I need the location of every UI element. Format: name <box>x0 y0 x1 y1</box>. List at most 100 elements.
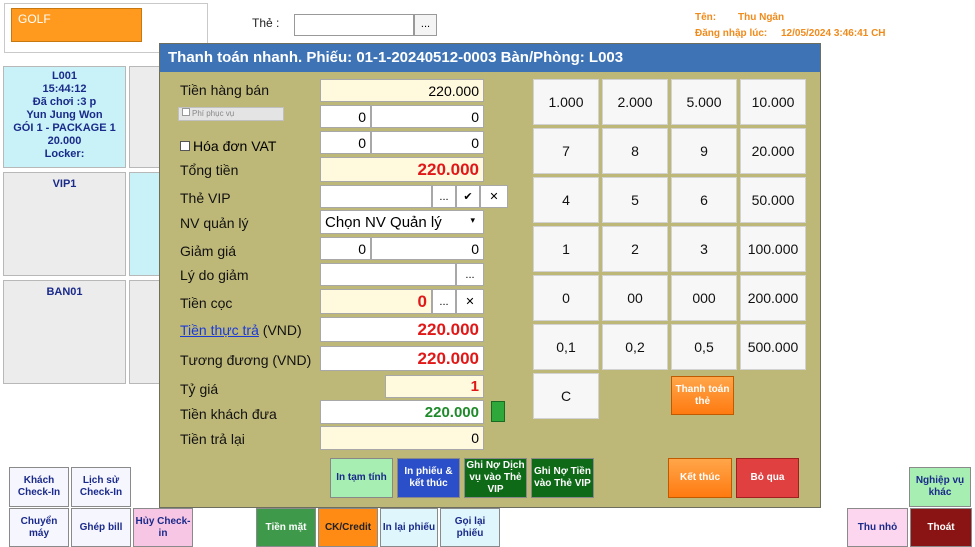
card-browse-button[interactable]: ... <box>414 14 437 36</box>
customer-paid-field[interactable]: 220.000 <box>320 400 484 424</box>
login-time-value: 12/05/2024 3:46:41 CH <box>781 28 886 39</box>
discount-percent-field[interactable]: 0 <box>320 237 371 260</box>
other-operations-button[interactable]: Nghiệp vụ khác <box>909 467 971 507</box>
room-tile-l001[interactable]: L001 15:44:12 Đã chơi :3 p Yun Jung Won … <box>3 66 126 168</box>
vat-percent-field[interactable]: 0 <box>320 131 371 154</box>
credit-transfer-button[interactable]: CK/Credit <box>318 508 378 547</box>
deposit-clear-button[interactable]: ✕ <box>456 289 484 314</box>
service-fee-toggle[interactable]: Phí phục vụ <box>178 107 284 121</box>
room-guest-name: Yun Jung Won <box>26 109 103 121</box>
room-tile-ban01[interactable]: BAN01 <box>3 280 126 384</box>
card-payment-button[interactable]: Thanh toán thẻ <box>671 376 734 415</box>
vip-card-label: Thẻ VIP <box>180 190 231 206</box>
discount-reason-browse-button[interactable]: ... <box>456 263 484 286</box>
vip-card-field[interactable] <box>320 185 432 208</box>
service-fee-amount-field[interactable]: 0 <box>371 105 484 128</box>
key-500000[interactable]: 500.000 <box>740 324 806 370</box>
checkin-history-button[interactable]: Lịch sử Check-In <box>71 467 131 507</box>
room-tile-vip1[interactable]: VIP1 <box>3 172 126 276</box>
key-5[interactable]: 5 <box>602 177 668 223</box>
deposit-label: Tiền cọc <box>180 295 233 311</box>
vip-card-clear-button[interactable]: ✕ <box>480 185 508 208</box>
room-tile-hidden-1[interactable] <box>129 66 161 168</box>
key-3[interactable]: 3 <box>671 226 737 272</box>
key-1000[interactable]: 1.000 <box>533 79 599 125</box>
manager-select[interactable]: Chọn NV Quản lý ▾ <box>320 210 484 234</box>
key-000[interactable]: 000 <box>671 275 737 321</box>
key-0-2[interactable]: 0,2 <box>602 324 668 370</box>
discount-amount-field[interactable]: 0 <box>371 237 484 260</box>
print-and-finish-button[interactable]: In phiếu & kết thúc <box>397 458 460 498</box>
discount-reason-label: Lý do giảm <box>180 267 249 283</box>
room-code: VIP1 <box>52 178 77 190</box>
service-fee-percent-field[interactable]: 0 <box>320 105 371 128</box>
key-8[interactable]: 8 <box>602 128 668 174</box>
sales-amount-field[interactable]: 220.000 <box>320 79 484 102</box>
vat-amount-field[interactable]: 0 <box>371 131 484 154</box>
key-00[interactable]: 00 <box>602 275 668 321</box>
print-provisional-button[interactable]: In tạm tính <box>330 458 393 498</box>
change-label: Tiền trả lại <box>180 431 245 447</box>
equivalent-field: 220.000 <box>320 346 484 371</box>
guest-checkin-button[interactable]: Khách Check-In <box>9 467 69 507</box>
card-input[interactable] <box>294 14 414 36</box>
chevron-down-icon: ▾ <box>470 215 475 225</box>
recall-receipt-button[interactable]: Gọi lại phiếu <box>440 508 500 547</box>
skip-button[interactable]: Bỏ qua <box>736 458 799 498</box>
exit-button[interactable]: Thoát <box>910 508 972 547</box>
key-0-5[interactable]: 0,5 <box>671 324 737 370</box>
key-10000[interactable]: 10.000 <box>740 79 806 125</box>
deposit-browse-button[interactable]: ... <box>432 289 456 314</box>
card-label: Thẻ : <box>252 16 280 30</box>
key-100000[interactable]: 100.000 <box>740 226 806 272</box>
vip-card-confirm-button[interactable]: ✔ <box>456 185 480 208</box>
room-package: GÓI 1 - PACKAGE 1 <box>13 122 116 134</box>
room-start-time: 15:44:12 <box>42 83 87 95</box>
room-played-time: Đã chơi :3 p <box>32 96 97 108</box>
room-code: BAN01 <box>46 286 83 298</box>
finish-button[interactable]: Kết thúc <box>668 458 732 498</box>
key-50000[interactable]: 50.000 <box>740 177 806 223</box>
room-locker: Locker: <box>44 148 85 160</box>
sales-amount-label: Tiền hàng bán <box>180 82 269 98</box>
reprint-receipt-button[interactable]: In lại phiếu <box>380 508 438 547</box>
login-time-label: Đăng nhập lúc: <box>695 28 768 39</box>
cash-button[interactable]: Tiền mặt <box>256 508 316 547</box>
key-0-1[interactable]: 0,1 <box>533 324 599 370</box>
key-6[interactable]: 6 <box>671 177 737 223</box>
manager-selected-value: Chọn NV Quản lý <box>325 213 442 231</box>
key-9[interactable]: 9 <box>671 128 737 174</box>
key-0[interactable]: 0 <box>533 275 599 321</box>
key-2[interactable]: 2 <box>602 226 668 272</box>
key-2000[interactable]: 2.000 <box>602 79 668 125</box>
exchange-rate-field[interactable]: 1 <box>385 375 484 398</box>
actual-payment-unit: (VND) <box>262 322 302 338</box>
checkbox-icon <box>182 108 190 116</box>
change-field: 0 <box>320 426 484 450</box>
vip-card-browse-button[interactable]: ... <box>432 185 456 208</box>
equivalent-label: Tương đương (VND) <box>180 352 311 368</box>
minimize-button[interactable]: Thu nhỏ <box>847 508 908 547</box>
golf-area-button[interactable]: GOLF <box>11 8 142 42</box>
transfer-machine-button[interactable]: Chuyển máy <box>9 508 69 547</box>
vat-invoice-toggle[interactable]: Hóa đơn VAT <box>180 138 276 154</box>
debit-service-vip-button[interactable]: Ghi Nợ Dịch vụ vào Thẻ VIP <box>464 458 527 498</box>
key-4[interactable]: 4 <box>533 177 599 223</box>
key-clear[interactable]: C <box>533 373 599 419</box>
room-amount: 20.000 <box>47 135 82 147</box>
key-7[interactable]: 7 <box>533 128 599 174</box>
actual-payment-link[interactable]: Tiền thực trả <box>180 322 259 338</box>
cancel-checkin-button[interactable]: Hủy Check-in <box>133 508 193 547</box>
key-5000[interactable]: 5.000 <box>671 79 737 125</box>
key-200000[interactable]: 200.000 <box>740 275 806 321</box>
dialog-title: Thanh toán nhanh. Phiếu: 01-1-20240512-0… <box>160 44 820 72</box>
paid-status-indicator[interactable] <box>491 401 505 422</box>
debit-money-vip-button[interactable]: Ghi Nợ Tiền vào Thẻ VIP <box>531 458 594 498</box>
user-value: Thu Ngân <box>738 12 785 23</box>
key-20000[interactable]: 20.000 <box>740 128 806 174</box>
key-1[interactable]: 1 <box>533 226 599 272</box>
discount-reason-field[interactable] <box>320 263 456 286</box>
merge-bill-button[interactable]: Ghép bill <box>71 508 131 547</box>
room-tile-hidden-3[interactable] <box>129 280 161 384</box>
room-tile-hidden-2[interactable] <box>129 172 161 276</box>
